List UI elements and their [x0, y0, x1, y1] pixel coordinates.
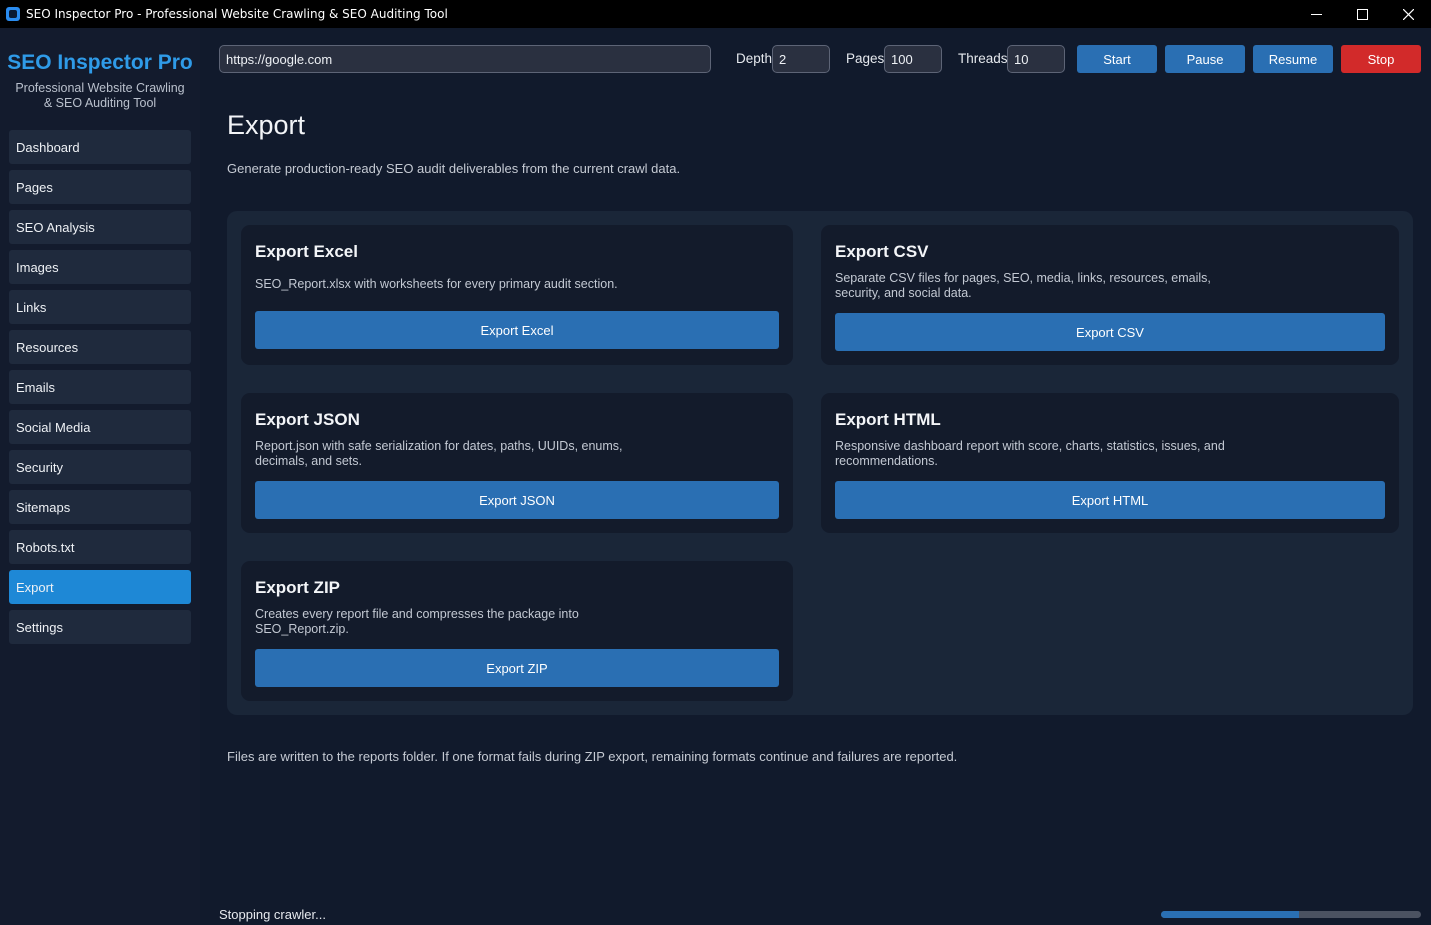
export-csv-button[interactable]: Export CSV: [835, 313, 1385, 351]
export-json-button[interactable]: Export JSON: [255, 481, 779, 519]
status-text: Stopping crawler...: [219, 907, 326, 922]
sidebar-item-dashboard[interactable]: Dashboard: [9, 130, 191, 164]
card-title: Export Excel: [255, 242, 358, 261]
card-description-line2: recommendations.: [835, 454, 938, 468]
threads-field[interactable]: [1007, 45, 1065, 73]
export-html-card: Export HTML Responsive dashboard report …: [821, 393, 1399, 533]
window-controls: [1293, 0, 1431, 28]
footer-note: Files are written to the reports folder.…: [227, 749, 958, 764]
depth-field[interactable]: [772, 45, 830, 73]
progress-fill: [1161, 911, 1299, 918]
card-title: Export ZIP: [255, 578, 341, 597]
minimize-icon[interactable]: [1293, 0, 1339, 28]
pause-button[interactable]: Pause: [1165, 45, 1245, 73]
sidebar-item-images[interactable]: Images: [9, 250, 191, 284]
sidebar-item-pages[interactable]: Pages: [9, 170, 191, 204]
sidebar-item-emails[interactable]: Emails: [9, 370, 191, 404]
card-title: Export HTML: [835, 410, 941, 429]
maximize-icon[interactable]: [1339, 0, 1385, 28]
export-excel-button[interactable]: Export Excel: [255, 311, 779, 349]
card-description-line1: Responsive dashboard report with score, …: [835, 439, 1225, 453]
card-description-line2: decimals, and sets.: [255, 454, 362, 468]
sidebar-nav: Dashboard Pages SEO Analysis Images Link…: [9, 130, 191, 650]
export-panel: Export Excel SEO_Report.xlsx with worksh…: [227, 211, 1413, 715]
start-button[interactable]: Start: [1077, 45, 1157, 73]
card-description: Report.json with safe serialization for …: [255, 439, 623, 469]
sidebar-item-export[interactable]: Export: [9, 570, 191, 604]
sidebar-item-robots-txt[interactable]: Robots.txt: [9, 530, 191, 564]
sidebar: SEO Inspector Pro Professional Website C…: [0, 28, 200, 925]
pages-label: Pages: [846, 51, 885, 66]
export-zip-button[interactable]: Export ZIP: [255, 649, 779, 687]
export-excel-card: Export Excel SEO_Report.xlsx with worksh…: [241, 225, 793, 365]
threads-label: Threads: [958, 51, 1008, 66]
window-title: SEO Inspector Pro - Professional Website…: [26, 7, 448, 21]
card-description-line2: SEO_Report.zip.: [255, 622, 349, 636]
stop-button[interactable]: Stop: [1341, 45, 1421, 73]
brand-subtitle: Professional Website Crawling & SEO Audi…: [8, 81, 192, 111]
export-html-button[interactable]: Export HTML: [835, 481, 1385, 519]
export-zip-card: Export ZIP Creates every report file and…: [241, 561, 793, 701]
sidebar-item-security[interactable]: Security: [9, 450, 191, 484]
card-description-line1: SEO_Report.xlsx with worksheets for ever…: [255, 277, 618, 291]
card-description: Responsive dashboard report with score, …: [835, 439, 1225, 469]
card-description: SEO_Report.xlsx with worksheets for ever…: [255, 277, 618, 292]
page-title: Export: [227, 110, 306, 140]
resume-button[interactable]: Resume: [1253, 45, 1333, 73]
card-description-line2: security, and social data.: [835, 286, 972, 300]
sidebar-item-settings[interactable]: Settings: [9, 610, 191, 644]
url-input[interactable]: [219, 45, 711, 73]
page-description: Generate production-ready SEO audit deli…: [227, 161, 681, 176]
title-bar: SEO Inspector Pro - Professional Website…: [0, 0, 1431, 28]
app-logo-icon: [6, 7, 20, 21]
card-title: Export JSON: [255, 410, 360, 429]
depth-label: Depth: [736, 51, 773, 66]
progress-bar: [1161, 911, 1421, 918]
card-description: Separate CSV files for pages, SEO, media…: [835, 271, 1211, 301]
export-json-card: Export JSON Report.json with safe serial…: [241, 393, 793, 533]
card-description-line1: Separate CSV files for pages, SEO, media…: [835, 271, 1211, 285]
brand-subtitle-line2: & SEO Auditing Tool: [43, 96, 157, 110]
card-description: Creates every report file and compresses…: [255, 607, 579, 637]
sidebar-item-links[interactable]: Links: [9, 290, 191, 324]
sidebar-item-resources[interactable]: Resources: [9, 330, 191, 364]
card-description-line1: Creates every report file and compresses…: [255, 607, 579, 621]
close-icon[interactable]: [1385, 0, 1431, 28]
card-description-line1: Report.json with safe serialization for …: [255, 439, 623, 453]
sidebar-item-sitemaps[interactable]: Sitemaps: [9, 490, 191, 524]
export-csv-card: Export CSV Separate CSV files for pages,…: [821, 225, 1399, 365]
sidebar-item-social-media[interactable]: Social Media: [9, 410, 191, 444]
pages-field[interactable]: [884, 45, 942, 73]
sidebar-item-seo-analysis[interactable]: SEO Analysis: [9, 210, 191, 244]
brand-title: SEO Inspector Pro: [7, 51, 193, 74]
card-title: Export CSV: [835, 242, 929, 261]
brand-subtitle-line1: Professional Website Crawling: [15, 81, 185, 95]
